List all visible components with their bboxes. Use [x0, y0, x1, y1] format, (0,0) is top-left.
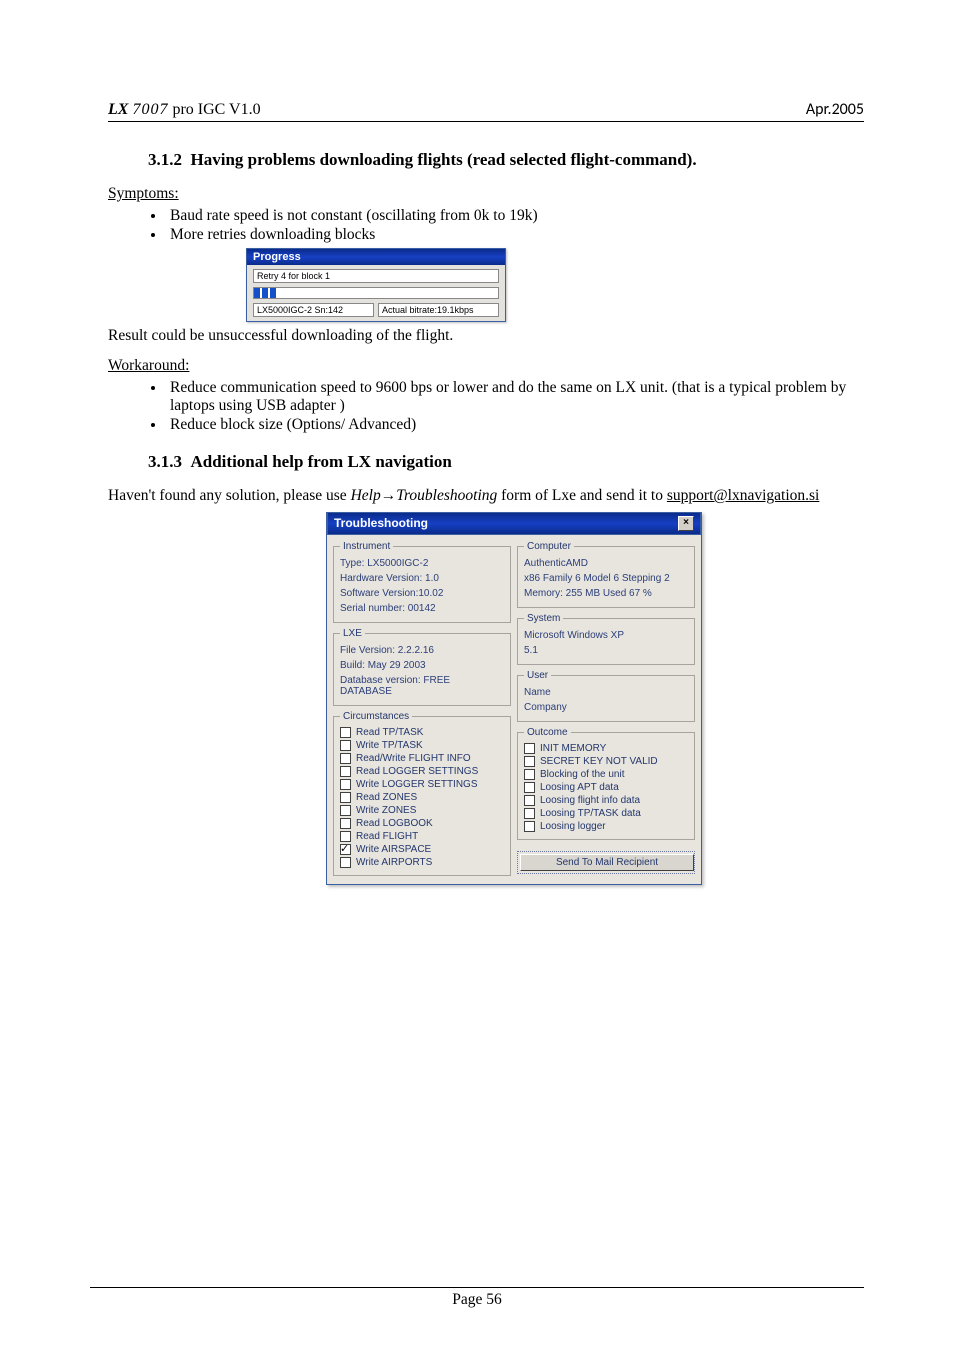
result-text: Result could be unsuccessful downloading…: [108, 326, 864, 345]
checkbox-row[interactable]: Read FLIGHT: [340, 830, 504, 843]
checkbox-icon[interactable]: [524, 769, 535, 780]
checkbox-icon[interactable]: [340, 753, 351, 764]
list-item: Baud rate speed is not constant (oscilla…: [166, 207, 864, 225]
checkbox-label: Read FLIGHT: [356, 831, 418, 842]
checkbox-row[interactable]: Write LOGGER SETTINGS: [340, 778, 504, 791]
checkbox-label: Read LOGGER SETTINGS: [356, 766, 478, 777]
checkbox-label: Write ZONES: [356, 805, 416, 816]
checkbox-row[interactable]: Write TP/TASK: [340, 739, 504, 752]
checkbox-icon[interactable]: [340, 818, 351, 829]
checkbox-label: Read TP/TASK: [356, 727, 423, 738]
checkbox-label: Write TP/TASK: [356, 740, 423, 751]
fieldset-computer: Computer AuthenticAMD x86 Family 6 Model…: [517, 541, 695, 608]
checkbox-row[interactable]: Write ZONES: [340, 804, 504, 817]
fieldset-circumstances: Circumstances Read TP/TASKWrite TP/TASKR…: [333, 711, 511, 876]
checkbox-row[interactable]: Read LOGBOOK: [340, 817, 504, 830]
checkbox-icon[interactable]: [340, 792, 351, 803]
checkbox-icon[interactable]: [340, 805, 351, 816]
checkbox-label: INIT MEMORY: [540, 743, 606, 754]
para-313: Haven't found any solution, please use H…: [108, 486, 864, 505]
checkbox-row[interactable]: Write AIRSPACE: [340, 843, 504, 856]
page-header: LX 7007 pro IGC V1.0 Apr.2005: [108, 100, 864, 122]
checkbox-label: Read ZONES: [356, 792, 417, 803]
fieldset-user: User Name Company: [517, 670, 695, 722]
checkbox-row[interactable]: Blocking of the unit: [524, 768, 688, 781]
progress-dialog: Progress Retry 4 for block 1 LX5000IGC-2…: [246, 248, 506, 322]
checkbox-row[interactable]: Write AIRPORTS: [340, 856, 504, 869]
checkbox-icon[interactable]: [524, 795, 535, 806]
list-item: Reduce communication speed to 9600 bps o…: [166, 379, 864, 415]
checkbox-icon[interactable]: [340, 766, 351, 777]
model: 7007: [132, 101, 168, 118]
progress-titlebar: Progress: [247, 249, 505, 265]
troubleshooting-titlebar: Troubleshooting ×: [327, 512, 701, 535]
progress-bar: [253, 287, 499, 299]
checkbox-icon[interactable]: [524, 808, 535, 819]
header-product: LX 7007 pro IGC V1.0: [108, 101, 261, 119]
heading-312: 3.1.2 Having problems downloading flight…: [148, 150, 864, 170]
checkbox-row[interactable]: Loosing TP/TASK data: [524, 807, 688, 820]
checkbox-row[interactable]: Read ZONES: [340, 791, 504, 804]
fieldset-outcome: Outcome INIT MEMORYSECRET KEY NOT VALIDB…: [517, 727, 695, 840]
header-date: Apr.2005: [806, 100, 864, 119]
support-email-link[interactable]: support@lxnavigation.si: [667, 487, 819, 504]
troubleshooting-dialog: Troubleshooting × Instrument Type: LX500…: [326, 512, 702, 885]
checkbox-row[interactable]: Loosing APT data: [524, 781, 688, 794]
dialog-title: Troubleshooting: [334, 516, 428, 530]
checkbox-icon[interactable]: [524, 743, 535, 754]
checkbox-row[interactable]: Loosing flight info data: [524, 794, 688, 807]
workaround-list: Reduce communication speed to 9600 bps o…: [108, 379, 864, 434]
checkbox-label: Read LOGBOOK: [356, 818, 433, 829]
checkbox-icon[interactable]: [340, 779, 351, 790]
checkbox-icon[interactable]: [340, 740, 351, 751]
checkbox-label: SECRET KEY NOT VALID: [540, 756, 658, 767]
send-button-focus-ring: Send To Mail Recipient: [517, 851, 695, 874]
symptoms-list: Baud rate speed is not constant (oscilla…: [108, 207, 864, 244]
checkbox-label: Write AIRSPACE: [356, 844, 431, 855]
progress-status-left: LX5000IGC-2 Sn:142: [253, 303, 374, 317]
checkbox-label: Write LOGGER SETTINGS: [356, 779, 478, 790]
checkbox-label: Read/Write FLIGHT INFO: [356, 753, 471, 764]
list-item: Reduce block size (Options/ Advanced): [166, 416, 864, 434]
page-footer: Page 56: [90, 1287, 864, 1309]
checkbox-icon[interactable]: [340, 727, 351, 738]
checkbox-icon[interactable]: [524, 821, 535, 832]
checkbox-label: Loosing APT data: [540, 782, 619, 793]
checkbox-label: Blocking of the unit: [540, 769, 625, 780]
progress-message: Retry 4 for block 1: [253, 269, 499, 283]
fieldset-instrument: Instrument Type: LX5000IGC-2 Hardware Ve…: [333, 541, 511, 623]
checkbox-label: Loosing TP/TASK data: [540, 808, 641, 819]
checkbox-row[interactable]: Loosing logger: [524, 820, 688, 833]
send-to-mail-button[interactable]: Send To Mail Recipient: [520, 854, 694, 871]
checkbox-label: Loosing flight info data: [540, 795, 640, 806]
heading-313: 3.1.3 Additional help from LX navigation: [148, 452, 864, 472]
list-item: More retries downloading blocks: [166, 226, 864, 244]
checkbox-row[interactable]: Read LOGGER SETTINGS: [340, 765, 504, 778]
checkbox-row[interactable]: Read/Write FLIGHT INFO: [340, 752, 504, 765]
symptoms-label: Symptoms:: [108, 184, 864, 203]
checkbox-icon[interactable]: [340, 844, 351, 855]
workaround-label: Workaround:: [108, 356, 864, 375]
close-icon[interactable]: ×: [678, 516, 694, 531]
checkbox-label: Loosing logger: [540, 821, 606, 832]
checkbox-label: Write AIRPORTS: [356, 857, 432, 868]
checkbox-icon[interactable]: [524, 756, 535, 767]
checkbox-icon[interactable]: [340, 831, 351, 842]
checkbox-icon[interactable]: [524, 782, 535, 793]
brand: LX: [108, 101, 128, 118]
checkbox-icon[interactable]: [340, 857, 351, 868]
fieldset-system: System Microsoft Windows XP 5.1: [517, 613, 695, 665]
checkbox-row[interactable]: INIT MEMORY: [524, 742, 688, 755]
checkbox-row[interactable]: Read TP/TASK: [340, 726, 504, 739]
progress-status-right: Actual bitrate:19.1kbps: [378, 303, 499, 317]
fieldset-lxe: LXE File Version: 2.2.2.16 Build: May 29…: [333, 628, 511, 706]
checkbox-row[interactable]: SECRET KEY NOT VALID: [524, 755, 688, 768]
product-suffix: pro IGC V1.0: [168, 101, 260, 118]
